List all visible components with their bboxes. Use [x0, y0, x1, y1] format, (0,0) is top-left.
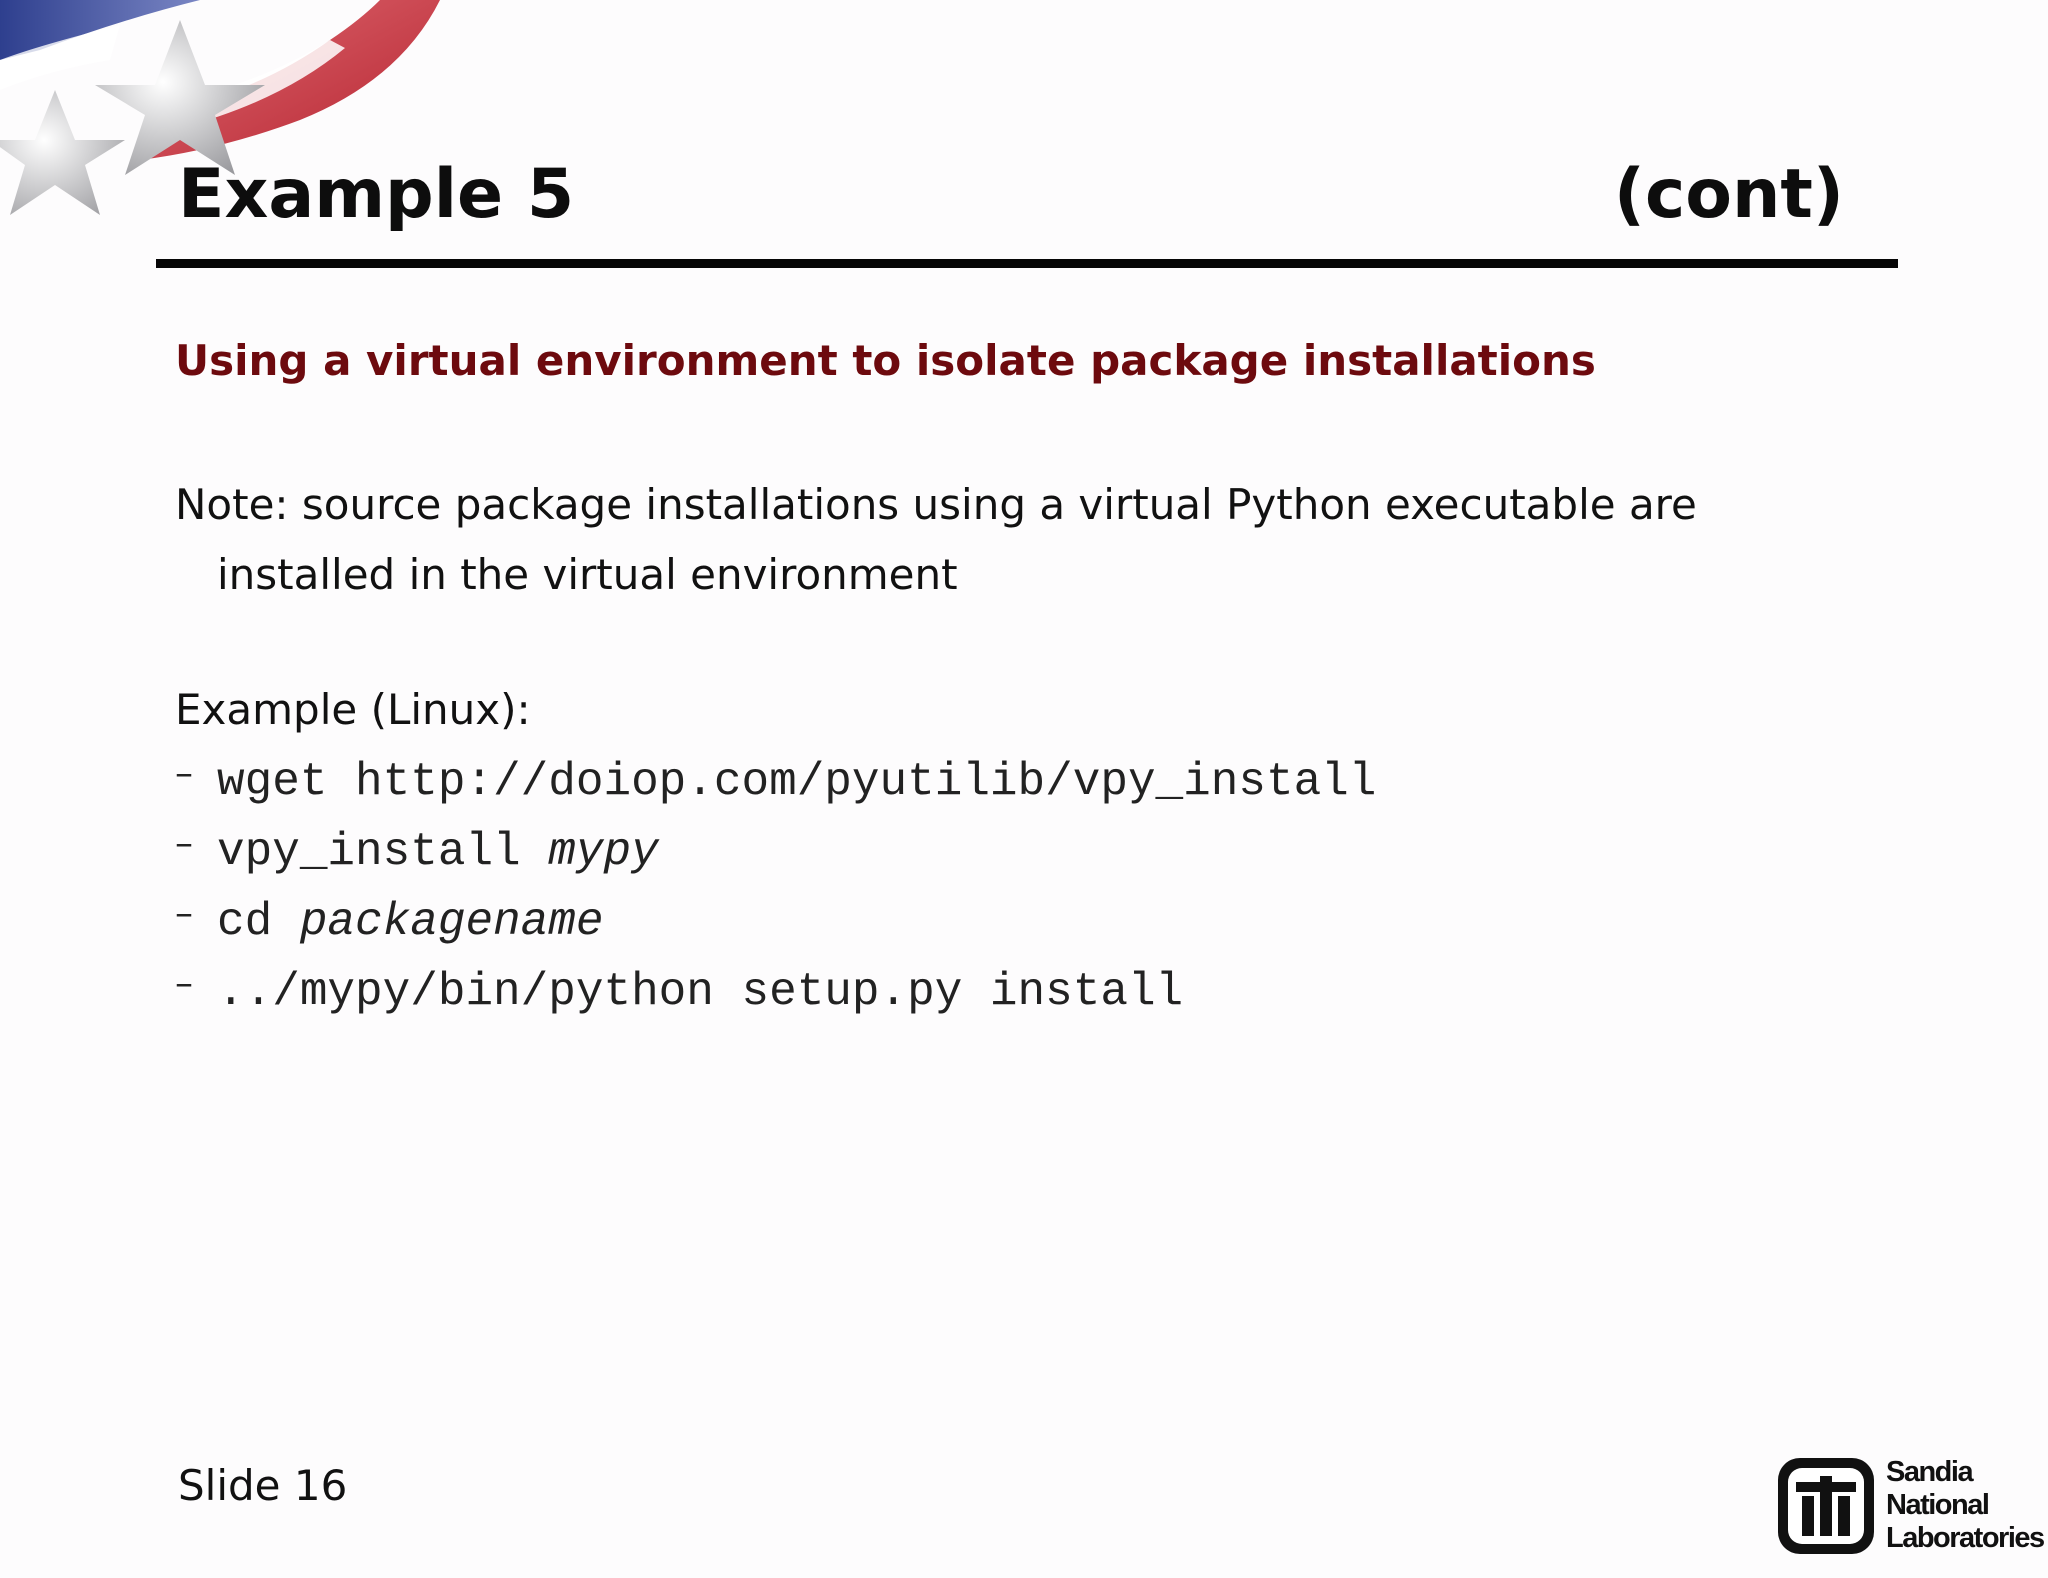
title-divider	[156, 259, 1898, 268]
slide-subtitle: Using a virtual environment to isolate p…	[175, 336, 1596, 385]
dash-bullet: –	[175, 823, 193, 864]
command-list: – wget http://doiop.com/pyutilib/vpy_ins…	[175, 752, 1875, 1032]
command-text: ../mypy/bin/python setup.py install	[217, 966, 1184, 1018]
sandia-thunderbird-icon	[1778, 1458, 1874, 1554]
command-text: wget http://doiop.com/pyutilib/vpy_insta…	[217, 756, 1377, 808]
dash-bullet: –	[175, 753, 193, 794]
note-line-2: installed in the virtual environment	[217, 550, 958, 599]
slide-title: Example 5	[178, 155, 575, 234]
title-row: Example 5 (cont)	[178, 150, 1844, 240]
note-paragraph: Note: source package installations using…	[175, 470, 1875, 610]
sandia-logo: Sandia National Laboratories	[1776, 1456, 2045, 1560]
dash-bullet: –	[175, 963, 193, 1004]
slide-number: Slide 16	[178, 1461, 348, 1510]
command-text: cd packagename	[217, 896, 604, 948]
example-label: Example (Linux):	[175, 685, 531, 734]
note-line-1: Note: source package installations using…	[175, 480, 1697, 529]
command-item: – ../mypy/bin/python setup.py install	[175, 962, 1875, 1032]
slide-title-cont: (cont)	[1613, 155, 1844, 234]
sandia-wordmark: Sandia National Laboratories	[1886, 1456, 2045, 1554]
command-item: – wget http://doiop.com/pyutilib/vpy_ins…	[175, 752, 1875, 822]
command-item: – cd packagename	[175, 892, 1875, 962]
dash-bullet: –	[175, 893, 193, 934]
command-text: vpy_install mypy	[217, 826, 659, 878]
command-item: – vpy_install mypy	[175, 822, 1875, 892]
